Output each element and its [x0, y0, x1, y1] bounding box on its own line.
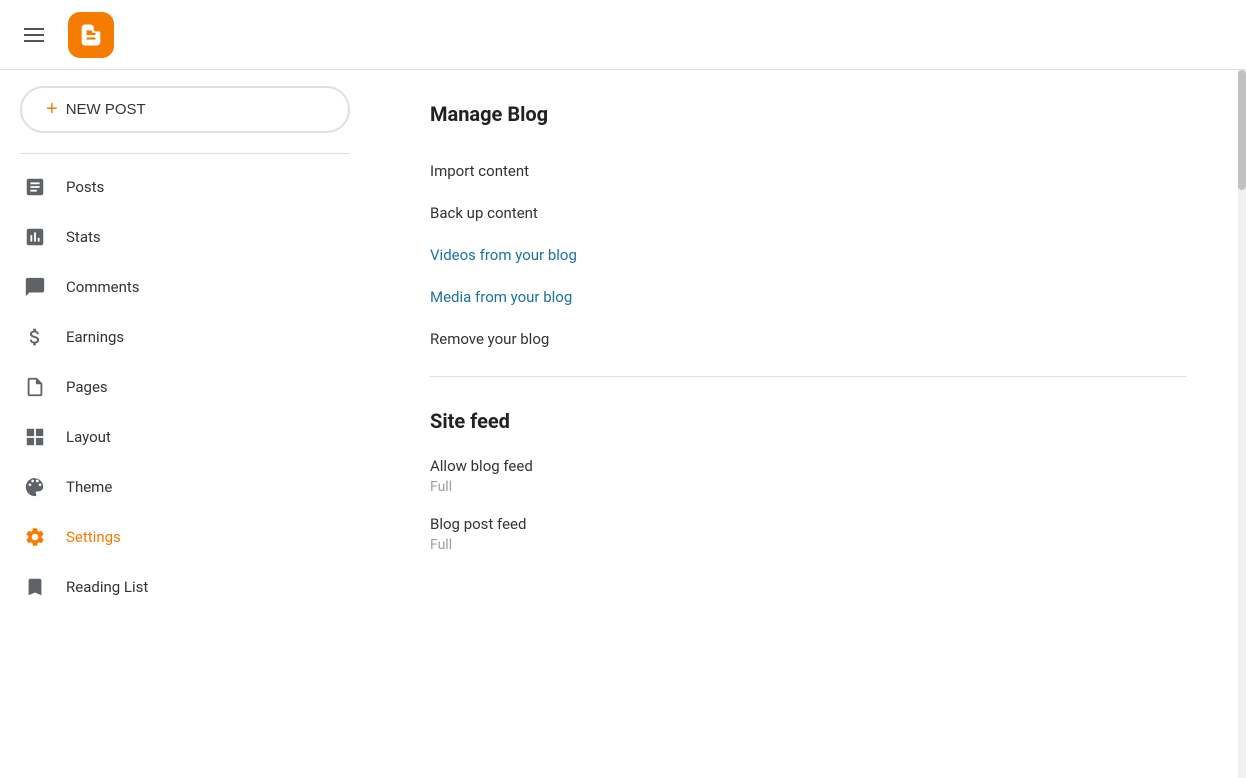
sidebar-label-layout: Layout: [66, 428, 111, 446]
blog-post-feed-item: Blog post feed Full: [430, 515, 1186, 553]
sidebar-item-comments[interactable]: Comments: [0, 262, 350, 312]
posts-icon: [24, 176, 46, 198]
import-content-link[interactable]: Import content: [430, 150, 1186, 192]
hamburger-menu[interactable]: [16, 20, 52, 50]
blog-post-feed-value[interactable]: Full: [430, 537, 1186, 553]
media-link[interactable]: Media from your blog: [430, 276, 1186, 318]
pages-icon: [24, 376, 46, 398]
sidebar-label-reading-list: Reading List: [66, 578, 148, 596]
earnings-icon: [24, 326, 46, 348]
sidebar-label-settings: Settings: [66, 528, 121, 546]
stats-icon: [24, 226, 46, 248]
sidebar-item-posts[interactable]: Posts: [0, 162, 350, 212]
sidebar-divider: [20, 153, 350, 154]
allow-blog-feed-item: Allow blog feed Full: [430, 457, 1186, 495]
new-post-label: NEW POST: [66, 101, 146, 118]
site-feed-title: Site feed: [430, 409, 1186, 433]
sidebar-item-pages[interactable]: Pages: [0, 362, 350, 412]
layout-icon: [24, 426, 46, 448]
manage-blog-title: Manage Blog: [430, 102, 1186, 126]
sidebar-item-stats[interactable]: Stats: [0, 212, 350, 262]
sidebar-label-comments: Comments: [66, 278, 140, 296]
theme-icon: [24, 476, 46, 498]
sidebar-label-theme: Theme: [66, 478, 112, 496]
section-divider: [430, 376, 1186, 377]
reading-list-icon: [24, 576, 46, 598]
new-post-button[interactable]: + NEW POST: [20, 86, 350, 133]
remove-blog-link[interactable]: Remove your blog: [430, 318, 1186, 360]
sidebar-item-earnings[interactable]: Earnings: [0, 312, 350, 362]
sidebar-item-layout[interactable]: Layout: [0, 412, 350, 462]
sidebar-label-pages: Pages: [66, 378, 108, 396]
sidebar-item-settings[interactable]: Settings: [0, 512, 350, 562]
backup-content-link[interactable]: Back up content: [430, 192, 1186, 234]
settings-icon: [24, 526, 46, 548]
sidebar: + NEW POST Posts Stats Comments Earnings: [0, 70, 370, 778]
blogger-logo: [68, 12, 114, 58]
blog-post-feed-label: Blog post feed: [430, 515, 1186, 533]
videos-link[interactable]: Videos from your blog: [430, 234, 1186, 276]
sidebar-label-stats: Stats: [66, 228, 101, 246]
main-content: Manage Blog Import content Back up conte…: [370, 70, 1246, 778]
scrollbar-track: [1238, 70, 1246, 778]
scrollbar-thumb[interactable]: [1238, 70, 1246, 190]
sidebar-item-reading-list[interactable]: Reading List: [0, 562, 350, 612]
manage-blog-section: Manage Blog Import content Back up conte…: [430, 102, 1186, 360]
comments-icon: [24, 276, 46, 298]
site-feed-section: Site feed Allow blog feed Full Blog post…: [430, 409, 1186, 553]
plus-icon: +: [46, 98, 58, 121]
sidebar-label-posts: Posts: [66, 178, 104, 196]
sidebar-item-theme[interactable]: Theme: [0, 462, 350, 512]
top-bar: [0, 0, 1246, 70]
sidebar-label-earnings: Earnings: [66, 328, 124, 346]
allow-blog-feed-label: Allow blog feed: [430, 457, 1186, 475]
allow-blog-feed-value[interactable]: Full: [430, 479, 1186, 495]
